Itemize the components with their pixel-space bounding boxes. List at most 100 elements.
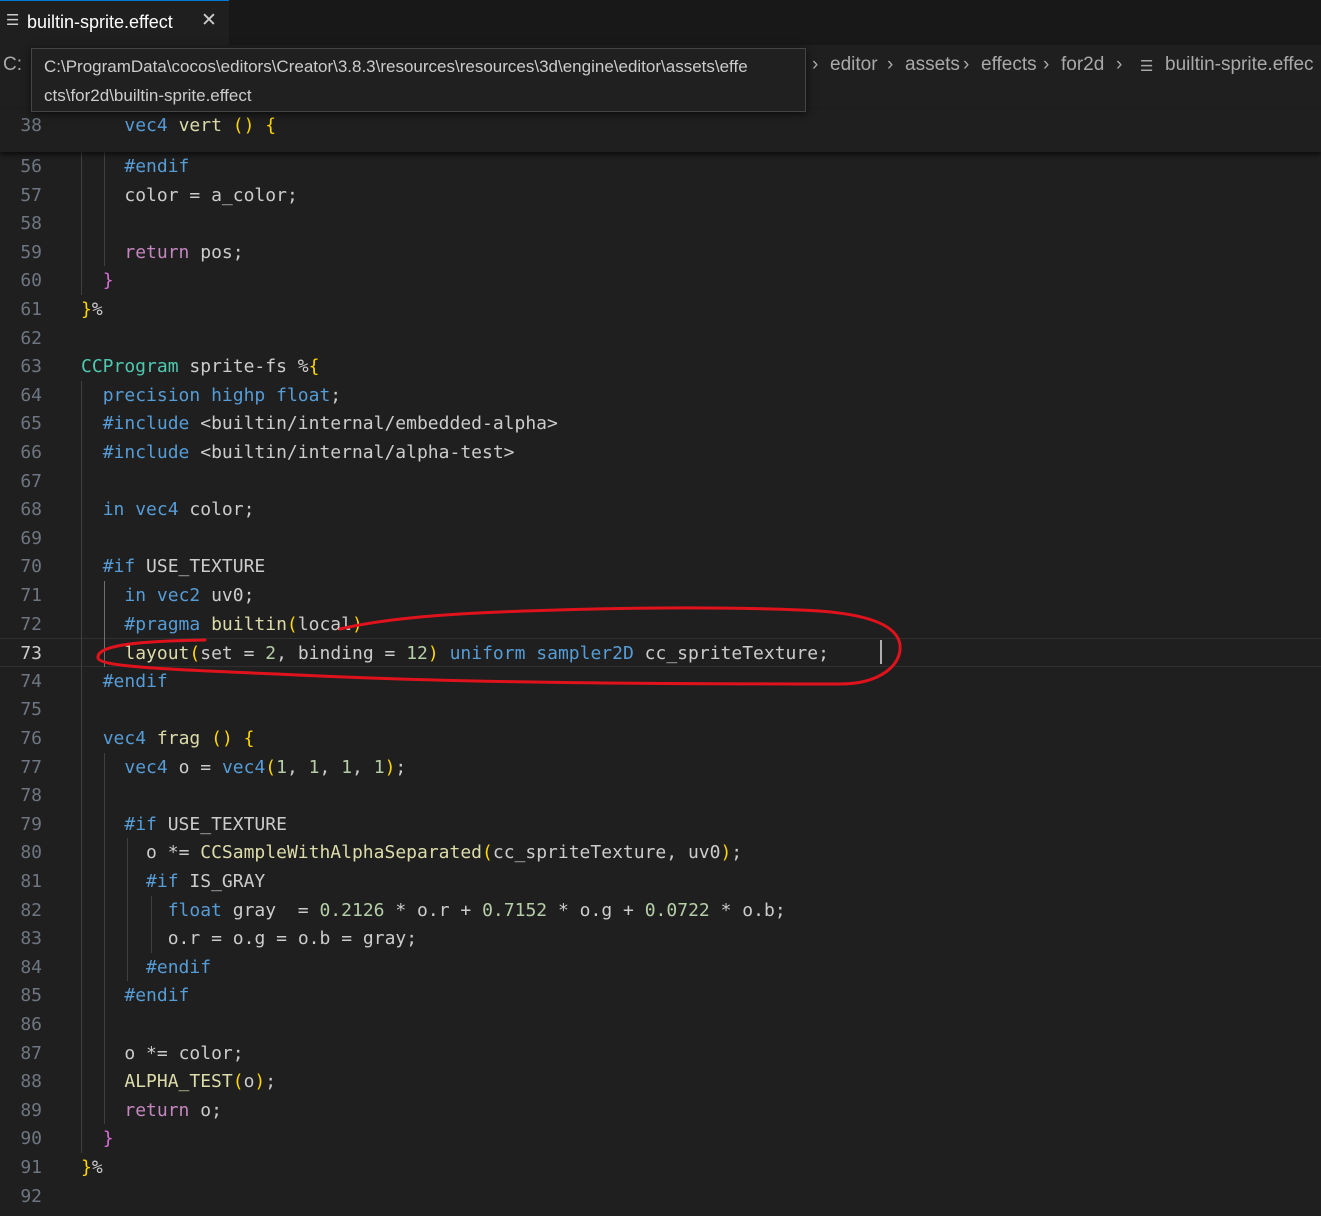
line-number: 87 (20, 1042, 42, 1064)
line-number: 63 (20, 356, 42, 378)
breadcrumb-item-effects[interactable]: effects (981, 54, 1037, 76)
breadcrumb-item-for2d[interactable]: for2d (1061, 54, 1104, 76)
code-line[interactable]: 76 vec4 frag () { (0, 724, 1321, 753)
line-number: 86 (20, 1014, 42, 1035)
token-identifier: fs (265, 356, 287, 378)
code-line[interactable]: 80 o *= CCSampleWithAlphaSeparated(cc_sp… (0, 838, 1321, 867)
code-line[interactable]: 88 ALPHA_TEST(o); (0, 1067, 1321, 1096)
line-number: 68 (20, 499, 42, 521)
token-directive: #if (102, 556, 136, 578)
code-line[interactable]: 61}% (0, 295, 1321, 324)
code-text: vec4 o = vec4(1, 1, 1, 1); (124, 756, 407, 778)
code-line[interactable]: 82 float gray = 0.2126 * o.r + 0.7152 * … (0, 896, 1321, 925)
code-text: float gray = 0.2126 * o.r + 0.7152 * o.g… (167, 899, 786, 921)
code-line[interactable]: 84 #endif (0, 953, 1321, 982)
code-line[interactable]: 87 o *= color; (0, 1039, 1321, 1068)
code-line[interactable]: 79 #if USE_TEXTURE (0, 810, 1321, 839)
token-identifier: pos (200, 241, 233, 263)
code-line[interactable]: 83 o.r = o.g = o.b = gray; (0, 924, 1321, 953)
code-line[interactable]: 64 precision highp float; (0, 381, 1321, 410)
breadcrumb-item-editor[interactable]: editor (830, 54, 878, 76)
token-bracket: { (265, 115, 277, 136)
code-text: #endif (81, 667, 168, 696)
token-identifier: uv0 (687, 842, 721, 864)
line-number: 74 (20, 670, 42, 692)
token-bracket: ( (265, 756, 277, 778)
code-text: return pos; (124, 241, 244, 263)
sticky-scroll[interactable]: 2 38 vec4 vert () { (0, 110, 1321, 152)
code-line[interactable]: 66 #include <builtin/internal/alpha-test… (0, 438, 1321, 467)
code-text: o *= color; (124, 1042, 244, 1064)
code-line[interactable]: 75 (0, 695, 1321, 724)
code-line[interactable]: 72 #pragma builtin(local) (0, 610, 1321, 639)
code-line[interactable]: 92 (0, 1182, 1321, 1211)
code-line[interactable]: 71 in vec2 uv0; (0, 581, 1321, 610)
token-keyword: vec4 (221, 756, 266, 778)
code-line[interactable]: 70 #if USE_TEXTURE (0, 552, 1321, 581)
token-bracket: ( (286, 613, 298, 635)
line-number: 80 (20, 842, 42, 864)
token-identifier: b (319, 928, 331, 950)
code-line[interactable]: 68 in vec4 color; (0, 495, 1321, 524)
tooltip-line-2: cts\for2d\builtin-sprite.effect (44, 86, 252, 105)
breadcrumb-item-drive[interactable]: C: (3, 54, 22, 76)
code-line[interactable]: 89 return o; (0, 1096, 1321, 1125)
token-keyword: in (102, 499, 125, 521)
token-identifier: r (438, 899, 450, 921)
code-line[interactable]: 62 (0, 324, 1321, 353)
code-editor[interactable]: 56 #endif 57 color = a_color; 58 59 return … (0, 110, 1321, 1216)
sticky-line[interactable]: 38 vec4 vert () { (0, 111, 1321, 140)
code-text: #endif (81, 152, 189, 181)
breadcrumb-item-assets[interactable]: assets (905, 54, 960, 76)
indent-guide (81, 152, 82, 295)
tab-label: builtin-sprite.effect (27, 12, 173, 32)
indent-guide (150, 895, 152, 953)
code-line[interactable]: 67 (0, 467, 1321, 496)
code-line[interactable]: 63 CCProgram sprite-fs %{ (0, 352, 1321, 381)
token-number: 1 (373, 756, 385, 778)
code-line[interactable]: 59 return pos; (0, 238, 1321, 267)
code-line[interactable]: 69 (0, 524, 1321, 553)
indent-guide (104, 152, 106, 267)
code-line[interactable]: 60 } (0, 266, 1321, 295)
token-directive: #endif (124, 156, 190, 177)
code-line[interactable]: 86 (0, 1010, 1321, 1039)
code-line[interactable]: 65 #include <builtin/internal/embedded-a… (0, 409, 1321, 438)
token-control: return (124, 1099, 190, 1121)
code-line[interactable]: 91}% (0, 1153, 1321, 1182)
token-keyword: vec4 (135, 499, 179, 521)
code-line[interactable]: 74 #endif (0, 667, 1321, 696)
code-line[interactable]: 58 (0, 209, 1321, 238)
token-directive: #include (102, 442, 190, 463)
code-text: vec4 frag () { (81, 724, 255, 753)
code-line[interactable]: 81 #if IS_GRAY (0, 867, 1321, 896)
breadcrumb-item-file[interactable]: builtin-sprite.effec (1165, 54, 1314, 76)
code-text: o *= CCSampleWithAlphaSeparated(cc_sprit… (146, 842, 743, 864)
code-text: #if IS_GRAY (81, 867, 265, 896)
token-identifier: o (178, 756, 190, 778)
code-line[interactable]: 78 (0, 781, 1321, 810)
token-identifier: o (124, 1042, 136, 1064)
code-line[interactable]: 90 } (0, 1124, 1321, 1153)
lines-icon: ☰ (1140, 57, 1154, 75)
code-text: #endif (81, 981, 189, 1010)
code-line[interactable]: 56 #endif (0, 152, 1321, 181)
code-line[interactable]: 57 color = a_color; (0, 181, 1321, 210)
code-line[interactable]: 73 layout(set = 2, binding = 12) uniform… (0, 638, 1321, 668)
line-number: 71 (20, 585, 42, 606)
code-text: #include <builtin/internal/embedded-alph… (81, 409, 558, 438)
token-identifier: cc_spriteTexture (644, 643, 819, 665)
line-number: 56 (20, 156, 42, 177)
token-number: 1 (308, 756, 320, 778)
code-text: in vec2 uv0; (124, 585, 255, 606)
token-number: 12 (406, 643, 428, 665)
line-number: 82 (20, 899, 42, 921)
line-number: 90 (20, 1128, 42, 1150)
code-line[interactable]: 77 vec4 o = vec4(1, 1, 1, 1); (0, 753, 1321, 782)
tab-builtin-sprite-effect[interactable]: ☰ builtin-sprite.effect ✕ (0, 0, 229, 45)
close-icon[interactable]: ✕ (201, 9, 217, 31)
token-identifier: uv0 (211, 585, 244, 606)
token-identifier: o (579, 899, 591, 921)
lines-icon: ☰ (6, 11, 20, 29)
code-line[interactable]: 85 #endif (0, 981, 1321, 1010)
